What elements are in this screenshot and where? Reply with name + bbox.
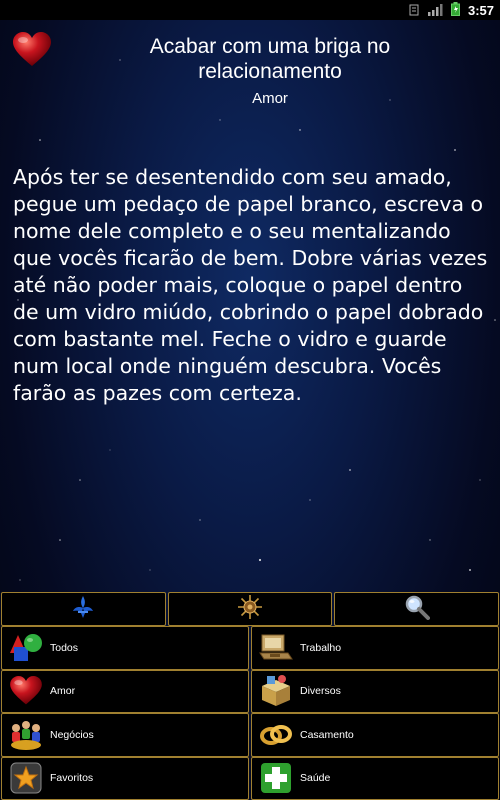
category-label: Diversos: [300, 685, 341, 698]
category-todos-button[interactable]: Todos: [1, 626, 249, 670]
status-bar: 3:57: [0, 0, 500, 20]
category-label: Todos: [50, 641, 79, 654]
network-type-icon: [409, 1, 419, 20]
toolbar: [0, 592, 500, 626]
home-button[interactable]: [1, 592, 166, 626]
category-label: Amor: [50, 685, 76, 698]
magnifier-icon: [404, 594, 430, 624]
category-amor-button[interactable]: Amor: [1, 669, 249, 713]
category-favoritos-button[interactable]: Favoritos: [1, 756, 249, 800]
header: Acabar com uma briga no relacionamento A…: [0, 32, 500, 112]
fleur-de-lis-icon: [70, 594, 96, 624]
star-icon: [6, 758, 46, 798]
category-subtitle: Amor: [252, 90, 288, 107]
category-row: Amor Diversos: [0, 669, 500, 713]
health-cross-icon: [256, 758, 296, 798]
sun-emblem-icon: [237, 594, 263, 624]
box-icon: [256, 671, 296, 711]
category-label: Negócios: [50, 728, 94, 741]
people-icon: [6, 715, 46, 755]
search-button[interactable]: [334, 592, 500, 626]
category-negocios-button[interactable]: Negócios: [1, 713, 249, 757]
category-diversos-button[interactable]: Diversos: [251, 669, 499, 713]
page-title: Acabar com uma briga no relacionamento: [149, 35, 391, 83]
category-row: Favoritos Saúde: [0, 756, 500, 800]
clock: 3:57: [467, 2, 494, 18]
random-button[interactable]: [167, 592, 333, 626]
category-row: Todos Trabalho: [0, 626, 500, 670]
category-trabalho-button[interactable]: Trabalho: [251, 626, 499, 670]
category-saude-button[interactable]: Saúde: [251, 756, 499, 800]
category-label: Favoritos: [50, 772, 94, 785]
signal-icon: [427, 1, 443, 20]
content-text: Após ter se desentendido com seu amado, …: [13, 165, 488, 405]
heart-icon: [12, 32, 52, 72]
category-row: Negócios Casamento: [0, 713, 500, 757]
rings-icon: [256, 715, 296, 755]
battery-icon: [450, 1, 460, 20]
category-label: Trabalho: [300, 641, 342, 654]
shapes-icon: [6, 628, 46, 668]
category-label: Casamento: [300, 728, 354, 741]
category-label: Saúde: [300, 772, 331, 785]
category-casamento-button[interactable]: Casamento: [251, 713, 499, 757]
category-grid: Todos Trabalho Amor Diversos Negócios Ca…: [0, 626, 500, 800]
heart-icon: [6, 671, 46, 711]
briefcase-icon: [256, 628, 296, 668]
